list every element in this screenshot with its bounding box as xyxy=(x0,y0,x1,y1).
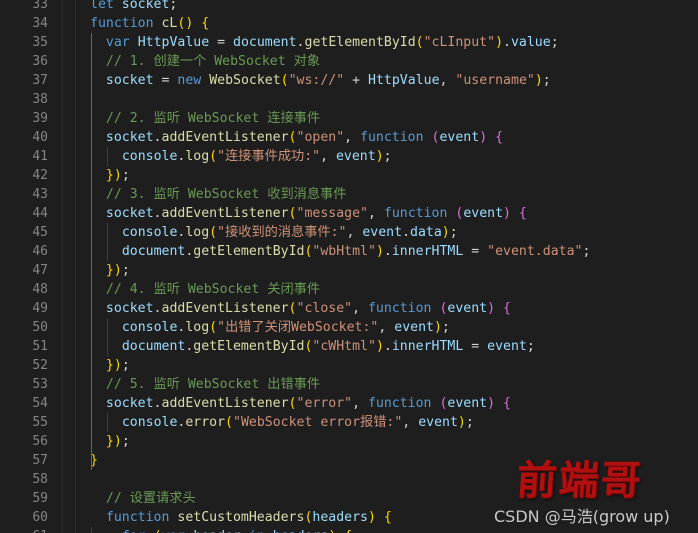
code-line[interactable]: }); xyxy=(90,261,130,280)
line-number: 44 xyxy=(32,206,48,221)
code-line[interactable]: console.error("WebSocket error报错:", even… xyxy=(90,413,474,432)
line-number: 47 xyxy=(32,263,48,278)
line-number: 57 xyxy=(32,453,48,468)
indent-guide xyxy=(106,413,108,432)
code-line[interactable]: function cL() { xyxy=(90,14,209,33)
line-number: 38 xyxy=(32,92,48,107)
code-line[interactable]: for (var header in headers) { xyxy=(90,527,352,533)
code-line[interactable]: socket.addEventListener("open", function… xyxy=(90,128,503,147)
code-line[interactable]: console.log("接收到的消息事件:", event.data); xyxy=(90,223,458,242)
line-number: 49 xyxy=(32,301,48,316)
code-line[interactable]: let socket; xyxy=(90,0,177,14)
line-number: 51 xyxy=(32,339,48,354)
line-number: 60 xyxy=(32,510,48,525)
code-line[interactable]: }); xyxy=(90,166,130,185)
line-number: 48 xyxy=(32,282,48,297)
line-number: 59 xyxy=(32,491,48,506)
code-line[interactable]: socket.addEventListener("message", funct… xyxy=(90,204,527,223)
code-line[interactable]: // 设置请求头 xyxy=(90,489,196,508)
code-line[interactable]: console.log("出错了关闭WebSocket:", event); xyxy=(90,318,450,337)
line-number: 52 xyxy=(32,358,48,373)
code-line[interactable]: // 3. 监听 WebSocket 收到消息事件 xyxy=(90,185,346,204)
code-line[interactable]: // 5. 监听 WebSocket 出错事件 xyxy=(90,375,320,394)
line-number: 39 xyxy=(32,111,48,126)
line-number: 41 xyxy=(32,149,48,164)
watermark-calligraphy: 前端哥 xyxy=(515,458,645,504)
line-number: 50 xyxy=(32,320,48,335)
indent-guide xyxy=(91,527,92,533)
line-number: 58 xyxy=(32,472,48,487)
code-line[interactable]: // 4. 监听 WebSocket 关闭事件 xyxy=(90,280,320,299)
code-line[interactable]: // 1. 创建一个 WebSocket 对象 xyxy=(90,52,320,71)
indent-guide xyxy=(106,147,108,166)
code-line[interactable]: socket.addEventListener("close", functio… xyxy=(90,299,511,318)
indent-guide xyxy=(106,223,108,261)
watermark-credit: CSDN @马浩(grow up) xyxy=(494,507,670,526)
code-line[interactable]: document.getElementById("wbHtml").innerH… xyxy=(90,242,591,261)
line-number-gutter: 33 34 35 36 37 38 39 40 41 42 43 44 45 46 47 48 49 50 51 52… xyxy=(0,0,62,533)
line-number: 33 xyxy=(32,0,48,12)
code-line[interactable]: document.getElementById("cWHtml").innerH… xyxy=(90,337,535,356)
gutter-divider xyxy=(62,0,63,533)
code-line[interactable]: console.log("连接事件成功:", event); xyxy=(90,147,392,166)
code-line[interactable]: var HttpValue = document.getElementById(… xyxy=(90,33,559,52)
line-number: 35 xyxy=(32,35,48,50)
line-number: 36 xyxy=(32,54,48,69)
line-number: 43 xyxy=(32,187,48,202)
line-number: 54 xyxy=(32,396,48,411)
code-line[interactable]: }); xyxy=(90,356,130,375)
line-number: 40 xyxy=(32,130,48,145)
line-number: 56 xyxy=(32,434,48,449)
line-number: 45 xyxy=(32,225,48,240)
line-number: 61 xyxy=(32,527,48,533)
code-line[interactable]: socket.addEventListener("error", functio… xyxy=(90,394,511,413)
line-number: 42 xyxy=(32,168,48,183)
code-line[interactable]: // 2. 监听 WebSocket 连接事件 xyxy=(90,109,320,128)
code-line[interactable]: function setCustomHeaders(headers) { xyxy=(90,508,392,527)
code-line[interactable]: socket = new WebSocket("ws://" + HttpVal… xyxy=(90,71,551,90)
line-number: 37 xyxy=(32,73,48,88)
indent-guide xyxy=(91,33,92,470)
line-number: 55 xyxy=(32,415,48,430)
line-number: 34 xyxy=(32,16,48,31)
line-number: 46 xyxy=(32,244,48,259)
fold-region-divider xyxy=(75,0,76,533)
code-line[interactable]: }); xyxy=(90,432,130,451)
indent-guide xyxy=(106,318,108,356)
line-number: 53 xyxy=(32,377,48,392)
code-editor[interactable]: 33 34 35 36 37 38 39 40 41 42 43 44 45 46 47 48 49 50 51 52… xyxy=(0,0,698,533)
